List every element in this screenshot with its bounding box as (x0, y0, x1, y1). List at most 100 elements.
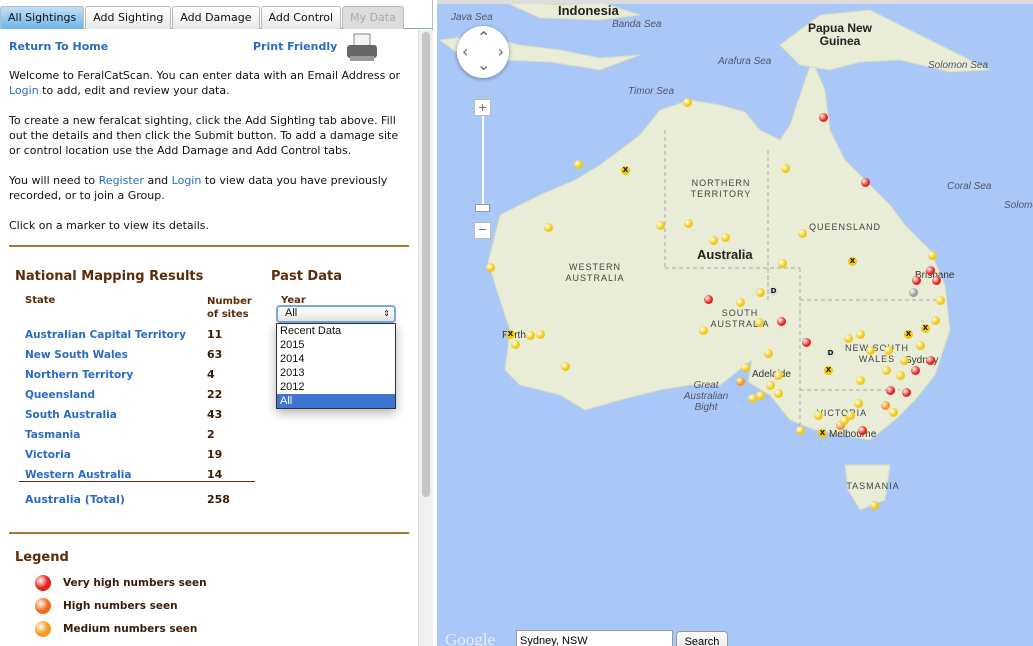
map-marker[interactable] (840, 416, 849, 425)
pan-left-icon[interactable]: ‹ (462, 42, 468, 61)
map-marker[interactable] (911, 366, 920, 375)
zoom-out-button[interactable]: − (474, 222, 491, 239)
total-link[interactable]: Australia (Total) (25, 493, 125, 506)
map-marker[interactable] (912, 276, 921, 285)
pan-control[interactable]: ⌃ ‹ › ⌄ (457, 26, 509, 78)
year-option[interactable]: Recent Data (277, 324, 395, 338)
map-marker[interactable] (536, 330, 545, 339)
map-marker[interactable] (766, 381, 775, 390)
map-marker[interactable] (544, 223, 553, 232)
state-link[interactable]: Northern Territory (25, 369, 133, 381)
state-link[interactable]: Victoria (25, 449, 71, 461)
map-marker[interactable] (856, 376, 865, 385)
return-home-link[interactable]: Return To Home (9, 40, 108, 53)
zoom-slider-handle[interactable] (475, 204, 490, 212)
zoom-in-button[interactable]: + (474, 99, 491, 116)
map-marker[interactable] (699, 326, 708, 335)
map-marker[interactable] (684, 219, 693, 228)
zoom-slider-track[interactable] (482, 116, 484, 206)
map-marker[interactable] (526, 331, 535, 340)
map-marker[interactable] (683, 98, 692, 107)
tab-add-damage[interactable]: Add Damage (172, 6, 260, 29)
year-option[interactable]: 2015 (277, 338, 395, 352)
map-marker[interactable] (926, 266, 935, 275)
map-marker[interactable]: D (769, 287, 778, 296)
map-marker[interactable] (854, 399, 863, 408)
map-marker[interactable] (931, 316, 940, 325)
map-marker[interactable] (748, 394, 757, 403)
scrollbar[interactable] (418, 30, 433, 646)
map-marker[interactable] (704, 295, 713, 304)
map-marker[interactable] (764, 349, 773, 358)
map-marker[interactable] (778, 259, 787, 268)
year-option[interactable]: 2013 (277, 366, 395, 380)
pan-right-icon[interactable]: › (498, 42, 504, 61)
map-marker[interactable]: X (818, 429, 827, 438)
map-marker[interactable] (756, 288, 765, 297)
map-marker[interactable] (574, 160, 583, 169)
map-marker[interactable] (882, 366, 891, 375)
map-marker[interactable] (781, 164, 790, 173)
year-option[interactable]: 2012 (277, 380, 395, 394)
pan-up-icon[interactable]: ⌃ (477, 28, 490, 47)
map-marker[interactable] (796, 426, 805, 435)
year-option[interactable]: 2014 (277, 352, 395, 366)
map-marker[interactable] (798, 229, 807, 238)
map-marker[interactable] (756, 391, 765, 400)
map-marker[interactable] (844, 334, 853, 343)
map-marker[interactable] (870, 501, 879, 510)
map-marker[interactable]: X (848, 257, 857, 266)
tab-add-sighting[interactable]: Add Sighting (85, 6, 172, 29)
map-marker[interactable] (774, 371, 783, 380)
map-marker[interactable] (709, 236, 718, 245)
login-link[interactable]: Login (9, 84, 39, 97)
tab-all-sightings[interactable]: All Sightings (0, 6, 85, 29)
map-marker[interactable] (889, 408, 898, 417)
search-button[interactable]: Search (676, 631, 728, 646)
map-marker[interactable] (881, 401, 890, 410)
map-marker[interactable] (736, 298, 745, 307)
state-link[interactable]: South Australia (25, 409, 117, 421)
map-marker[interactable] (774, 389, 783, 398)
map-marker[interactable] (858, 426, 867, 435)
map-marker[interactable] (886, 386, 895, 395)
year-select[interactable]: All ⇕ (276, 305, 396, 323)
register-link[interactable]: Register (99, 174, 144, 187)
map-marker[interactable] (861, 178, 870, 187)
map-marker[interactable] (486, 263, 495, 272)
year-option[interactable]: All (277, 394, 395, 408)
map-marker[interactable]: D (826, 349, 835, 358)
state-link[interactable]: New South Wales (25, 349, 128, 361)
state-link[interactable]: Queensland (25, 389, 95, 401)
map-marker[interactable] (909, 288, 918, 297)
map-marker[interactable]: X (904, 330, 913, 339)
pan-down-icon[interactable]: ⌄ (477, 55, 490, 74)
map-marker[interactable] (656, 221, 665, 230)
map-marker[interactable] (936, 296, 945, 305)
location-search-input[interactable] (516, 630, 673, 646)
map-marker[interactable]: X (506, 330, 515, 339)
state-link[interactable]: Western Australia (25, 469, 131, 481)
state-link[interactable]: Tasmania (25, 429, 80, 441)
map-marker[interactable]: X (621, 166, 630, 175)
map-marker[interactable]: X (921, 324, 930, 333)
map-marker[interactable] (902, 388, 911, 397)
scrollbar-thumb[interactable] (422, 32, 430, 497)
printer-icon[interactable] (345, 32, 379, 64)
map-marker[interactable] (928, 251, 937, 260)
map-marker[interactable] (866, 346, 875, 355)
map-marker[interactable] (926, 356, 935, 365)
map-marker[interactable] (896, 371, 905, 380)
map-marker[interactable]: X (824, 366, 833, 375)
map-marker[interactable] (777, 317, 786, 326)
map-marker[interactable] (932, 276, 941, 285)
map-marker[interactable] (900, 356, 909, 365)
map-marker[interactable] (721, 233, 730, 242)
map-marker[interactable] (561, 362, 570, 371)
map-marker[interactable] (856, 330, 865, 339)
map[interactable]: Java Sea Banda Sea Arafura Sea Timor Sea Sol… (437, 0, 1033, 646)
tab-add-control[interactable]: Add Control (260, 6, 342, 29)
map-marker[interactable] (802, 338, 811, 347)
map-marker[interactable] (741, 363, 750, 372)
login-link-2[interactable]: Login (172, 174, 202, 187)
